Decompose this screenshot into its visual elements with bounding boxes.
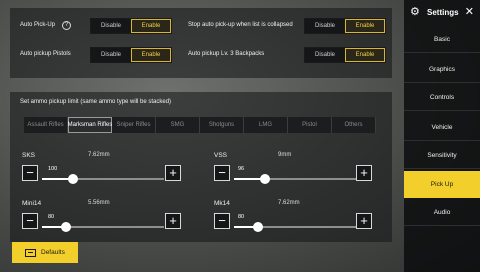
auto-pickup-disable-option[interactable]: Disable — [91, 19, 131, 33]
tab-assault-rifles[interactable]: Assault Rifles — [24, 117, 68, 133]
slider-knob-mini14[interactable] — [61, 222, 71, 232]
settings-screen: Auto Pick-Up ? Disable Enable Stop auto … — [0, 0, 480, 272]
tab-smg[interactable]: SMG — [156, 117, 200, 133]
tab-shotguns[interactable]: Shotguns — [200, 117, 244, 133]
stop-auto-pickup-label: Stop auto pick-up when list is collapsed — [188, 22, 293, 28]
increase-button-vss[interactable]: + — [356, 165, 372, 181]
sidebar-item-basic[interactable]: Basic — [404, 26, 480, 53]
settings-title: Settings — [427, 7, 459, 17]
stop-auto-pickup-toggle[interactable]: Disable Enable — [304, 18, 386, 34]
sidebar-item-vehicle[interactable]: Vehicle — [404, 114, 480, 141]
gun-name-vss: VSS — [214, 152, 228, 159]
pistols-enable-option[interactable]: Enable — [131, 48, 171, 62]
pistols-disable-option[interactable]: Disable — [91, 48, 131, 62]
slider-track-mk14[interactable] — [234, 222, 356, 232]
stop-auto-pickup-enable-option[interactable]: Enable — [345, 19, 385, 33]
slider-knob-sks[interactable] — [68, 174, 78, 184]
sidebar-item-audio[interactable]: Audio — [404, 199, 480, 226]
ammo-limit-title: Set ammo pickup limit (same ammo type wi… — [20, 99, 172, 105]
gun-caliber-vss: 9mm — [278, 152, 292, 158]
gun-caliber-sks: 7.62mm — [88, 152, 110, 158]
auto-pickup-label: Auto Pick-Up — [20, 22, 56, 28]
slider-knob-mk14[interactable] — [253, 222, 263, 232]
ammo-limit-panel: Set ammo pickup limit (same ammo type wi… — [10, 92, 392, 242]
slider-value-sks: 100 — [48, 166, 58, 172]
auto-pickup-pistols-toggle[interactable]: Disable Enable — [90, 47, 172, 63]
decrease-button-mini14[interactable]: − — [22, 213, 38, 229]
tab-others[interactable]: Others — [332, 117, 376, 133]
slider-track-sks[interactable] — [42, 174, 164, 184]
auto-pickup-lv3-toggle[interactable]: Disable Enable — [304, 47, 386, 63]
slider-track-vss[interactable] — [234, 174, 356, 184]
slider-value-mk14: 80 — [238, 214, 245, 220]
increase-button-mini14[interactable]: + — [165, 213, 181, 229]
sidebar-item-pick-up[interactable]: Pick Up — [404, 171, 480, 198]
sidebar-item-controls[interactable]: Controls — [404, 84, 480, 111]
tab-marksman-rifles[interactable]: Marksman Rifles — [68, 117, 112, 133]
tab-sniper-rifles[interactable]: Sniper Rifles — [112, 117, 156, 133]
auto-pickup-lv3-label: Auto pickup Lv. 3 Backpacks — [188, 51, 265, 57]
decrease-button-sks[interactable]: − — [22, 165, 38, 181]
gear-icon: ⚙ — [410, 6, 420, 18]
sidebar-item-sensitivity[interactable]: Sensitivity — [404, 142, 480, 169]
auto-pickup-pistols-label: Auto pickup Pistols — [20, 51, 71, 57]
defaults-label: Defaults — [41, 249, 65, 256]
reset-icon — [25, 248, 36, 257]
decrease-button-vss[interactable]: − — [214, 165, 230, 181]
slider-knob-vss[interactable] — [260, 174, 270, 184]
weapon-category-tabs: Assault Rifles Marksman Rifles Sniper Ri… — [24, 117, 376, 133]
close-icon[interactable]: ✕ — [465, 5, 474, 18]
increase-button-sks[interactable]: + — [165, 165, 181, 181]
gun-caliber-mk14: 7.62mm — [278, 200, 300, 206]
decrease-button-mk14[interactable]: − — [214, 213, 230, 229]
pickup-toggles-panel: Auto Pick-Up ? Disable Enable Stop auto … — [10, 8, 392, 78]
stop-auto-pickup-disable-option[interactable]: Disable — [305, 19, 345, 33]
help-icon[interactable]: ? — [62, 21, 71, 30]
slider-value-vss: 96 — [238, 166, 245, 172]
tab-pistol[interactable]: Pistol — [288, 117, 332, 133]
gun-caliber-mini14: 5.56mm — [88, 200, 110, 206]
settings-header: ⚙ Settings ✕ — [404, 0, 480, 24]
auto-pickup-enable-option[interactable]: Enable — [131, 19, 171, 33]
gun-name-sks: SKS — [22, 152, 36, 159]
sidebar-item-graphics[interactable]: Graphics — [404, 56, 480, 83]
slider-value-mini14: 80 — [48, 214, 55, 220]
lv3-disable-option[interactable]: Disable — [305, 48, 345, 62]
gun-name-mk14: Mk14 — [214, 200, 230, 207]
settings-sidebar: ⚙ Settings ✕ Basic Graphics Controls Veh… — [404, 0, 480, 272]
defaults-button[interactable]: Defaults — [12, 242, 78, 263]
tab-lmg[interactable]: LMG — [244, 117, 288, 133]
slider-track-mini14[interactable] — [42, 222, 164, 232]
increase-button-mk14[interactable]: + — [356, 213, 372, 229]
auto-pickup-toggle[interactable]: Disable Enable — [90, 18, 172, 34]
gun-name-mini14: Mini14 — [22, 200, 42, 207]
lv3-enable-option[interactable]: Enable — [345, 48, 385, 62]
